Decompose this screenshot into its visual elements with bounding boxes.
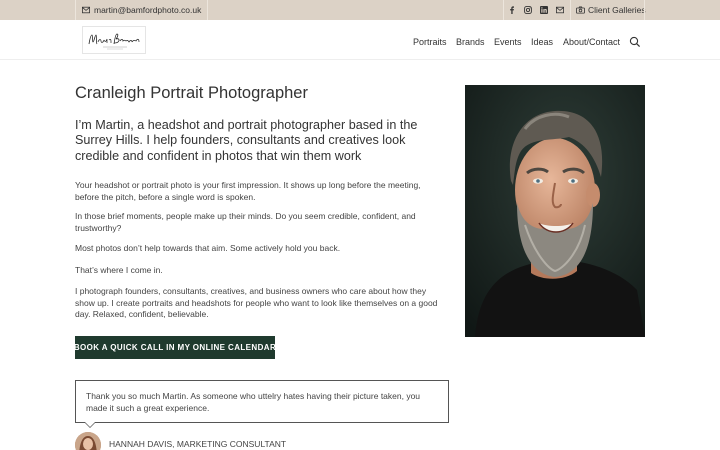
nav-portraits[interactable]: Portraits (413, 36, 447, 48)
nav-events[interactable]: Events (494, 36, 522, 48)
camera-icon (576, 6, 585, 14)
email-contact-link[interactable] (552, 0, 568, 20)
avatar (75, 432, 101, 450)
portrait-image (465, 85, 645, 337)
nav-about-contact[interactable]: About/Contact (563, 36, 620, 48)
client-galleries-label: Client Galleries (588, 5, 646, 15)
search-button[interactable] (629, 36, 641, 48)
email-icon (556, 6, 564, 14)
body-paragraph: I photograph founders, consultants, crea… (75, 286, 438, 319)
facebook-icon (510, 6, 514, 14)
testimonial-quote: Thank you so much Martin. As someone who… (75, 380, 449, 423)
body-paragraph: Most photos don’t help towards that aim.… (75, 243, 341, 253)
site-logo[interactable] (82, 26, 146, 54)
linkedin-icon (540, 6, 548, 14)
divider (644, 0, 645, 20)
instagram-icon (524, 6, 532, 14)
body-paragraph: Your headshot or portrait photo is your … (75, 180, 421, 202)
page-title: Cranleigh Portrait Photographer (75, 84, 308, 102)
logo-signature-icon (88, 33, 140, 50)
nav-brands[interactable]: Brands (456, 36, 485, 48)
search-icon (629, 36, 641, 48)
body-paragraph: In those brief moments, people make up t… (75, 211, 416, 233)
body-paragraph: That’s where I come in. (75, 265, 163, 275)
email-link[interactable]: martin@bamfordphoto.co.uk (75, 0, 209, 20)
testimonial-avatar-photo (75, 432, 101, 450)
facebook-link[interactable] (504, 0, 520, 20)
nav-ideas[interactable]: Ideas (531, 36, 553, 48)
quote-pointer-fill (85, 422, 95, 427)
linkedin-link[interactable] (536, 0, 552, 20)
portrait-photo (465, 85, 645, 337)
testimonial-author: HANNAH DAVIS, MARKETING CONSULTANT (109, 439, 287, 449)
site-header: Portraits Brands Events Ideas About/Cont… (0, 20, 720, 60)
top-bar: martin@bamfordphoto.co.uk Client Galleri… (0, 0, 720, 20)
testimonial-text: Thank you so much Martin. As someone who… (86, 391, 421, 413)
envelope-icon (82, 6, 90, 14)
instagram-link[interactable] (520, 0, 536, 20)
lead-paragraph: I’m Martin, a headshot and portrait phot… (75, 118, 418, 163)
book-call-button[interactable]: BOOK A QUICK CALL IN MY ONLINE CALENDAR (74, 336, 276, 359)
client-galleries-link[interactable]: Client Galleries (571, 0, 650, 20)
email-text: martin@bamfordphoto.co.uk (94, 5, 202, 15)
